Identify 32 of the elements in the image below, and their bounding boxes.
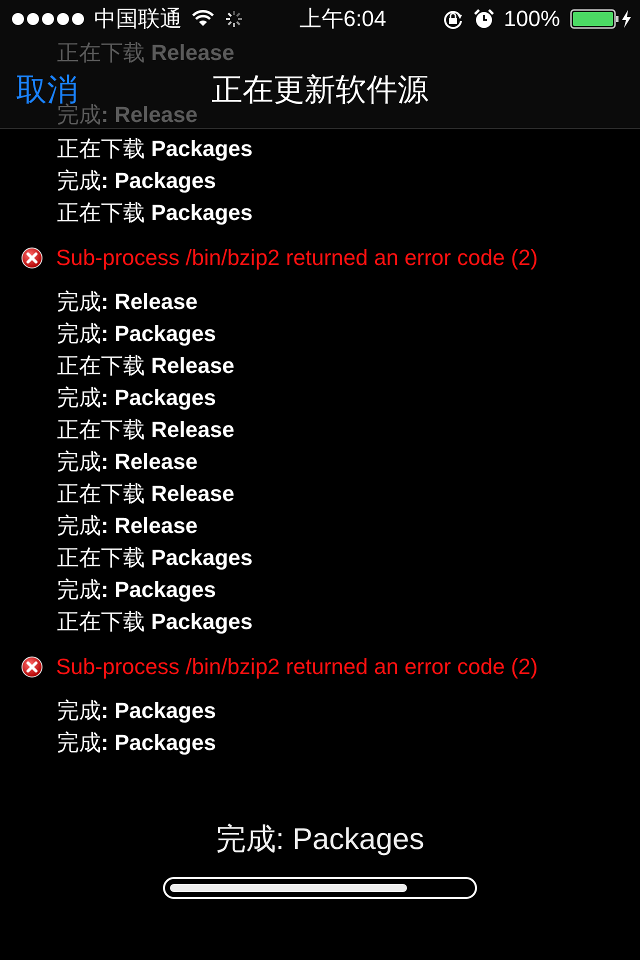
signal-icon [12,12,84,24]
log-line: 完成: Packages [57,576,216,604]
spinner-icon [224,8,244,28]
log-line: 正在下载 Packages [57,135,253,163]
log-line: 正在下载 Release [57,480,234,508]
carrier-name: 中国联通 [94,4,182,32]
log-line: 完成: Release [57,448,198,476]
battery-percent: 100% [504,6,560,32]
log-line: 正在下载 Packages [57,199,253,227]
log-line: 完成: Packages [57,729,216,757]
log-line: 完成: Packages [57,384,216,412]
log-line: 完成: Packages [57,697,216,725]
log-line: 完成: Release [57,102,198,128]
log-line: 正在下载 Release [57,39,234,67]
progress-status: 完成: Packages [216,822,424,858]
log-line: 完成: Packages [57,320,216,348]
clock-time: 上午6:04 [299,4,386,32]
error-icon [21,246,43,268]
log-line: 完成: Packages [57,167,216,195]
error-message: Sub-process /bin/bzip2 returned an error code (2) [56,654,538,680]
log-line: 完成: Release [57,512,198,540]
alarm-clock-icon [474,8,494,28]
log-line: 正在下载 Packages [57,544,253,572]
error-message: Sub-process /bin/bzip2 returned an error code (2) [56,244,538,270]
log-line: 正在下载 Release [57,352,234,380]
wifi-icon [192,10,214,27]
log-line: 完成: Release [57,288,198,316]
log-line: 正在下载 Packages [57,608,253,636]
log-line: 正在下载 Release [57,416,234,444]
error-icon [21,656,43,678]
page-title: 正在更新软件源 [210,71,430,109]
battery-charging-icon [570,8,632,28]
